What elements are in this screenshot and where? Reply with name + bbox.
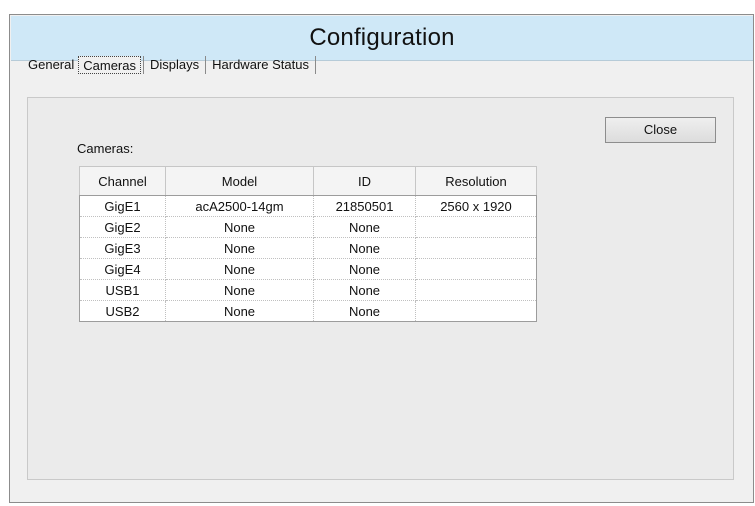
table-header-row: Channel Model ID Resolution — [79, 166, 537, 196]
close-button[interactable]: Close — [605, 117, 716, 143]
table-cell: None — [165, 279, 314, 301]
table-cell: None — [165, 300, 314, 322]
table-row[interactable]: USB2 None None — [79, 300, 537, 322]
table-cell: None — [313, 237, 416, 259]
tab-displays[interactable]: Displays — [146, 56, 203, 74]
cameras-table: Channel Model ID Resolution GigE1 acA250… — [79, 166, 537, 322]
table-cell: None — [313, 216, 416, 238]
table-cell — [415, 237, 537, 259]
table-row[interactable]: USB1 None None — [79, 279, 537, 301]
tab-general[interactable]: General — [24, 56, 78, 74]
table-cell: None — [313, 258, 416, 280]
table-row[interactable]: GigE2 None None — [79, 216, 537, 238]
table-cell: GigE3 — [79, 237, 166, 259]
table-cell: 2560 x 1920 — [415, 195, 537, 217]
column-header-id[interactable]: ID — [313, 166, 416, 196]
table-cell: None — [165, 258, 314, 280]
tab-divider — [314, 56, 316, 74]
table-cell: acA2500-14gm — [165, 195, 314, 217]
tab-strip: General Cameras Displays Hardware Status — [24, 54, 318, 76]
table-cell: None — [165, 216, 314, 238]
tab-divider — [143, 56, 144, 74]
cameras-label: Cameras: — [77, 141, 134, 156]
table-row[interactable]: GigE3 None None — [79, 237, 537, 259]
tab-cameras[interactable]: Cameras — [78, 56, 141, 74]
table-cell: None — [313, 279, 416, 301]
column-header-resolution[interactable]: Resolution — [415, 166, 537, 196]
window-title: Configuration — [309, 24, 455, 51]
tab-hardware-status[interactable]: Hardware Status — [208, 56, 313, 74]
table-cell: GigE2 — [79, 216, 166, 238]
table-cell — [415, 216, 537, 238]
table-row[interactable]: GigE4 None None — [79, 258, 537, 280]
table-cell — [415, 258, 537, 280]
table-cell — [415, 279, 537, 301]
table-cell: USB2 — [79, 300, 166, 322]
table-cell: USB1 — [79, 279, 166, 301]
table-cell: GigE1 — [79, 195, 166, 217]
column-header-model[interactable]: Model — [165, 166, 314, 196]
table-cell: None — [165, 237, 314, 259]
table-cell — [415, 300, 537, 322]
column-header-channel[interactable]: Channel — [79, 166, 166, 196]
table-cell: None — [313, 300, 416, 322]
table-row[interactable]: GigE1 acA2500-14gm 21850501 2560 x 1920 — [79, 195, 537, 217]
tab-divider — [205, 56, 207, 74]
table-cell: GigE4 — [79, 258, 166, 280]
table-cell: 21850501 — [313, 195, 416, 217]
